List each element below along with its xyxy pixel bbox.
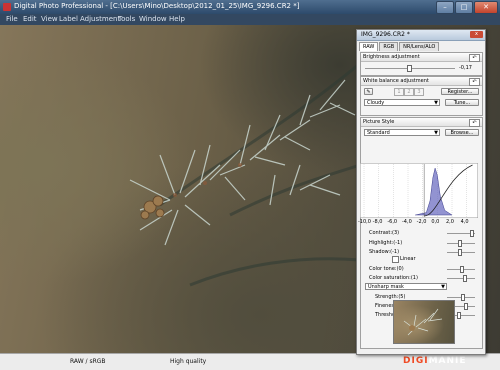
axis-tick-label: 0,0 bbox=[431, 219, 440, 225]
wb-slot-1[interactable]: 1 bbox=[394, 88, 404, 96]
brightness-reset-icon[interactable]: ↶ bbox=[469, 54, 480, 62]
chart-background bbox=[360, 163, 478, 218]
brightness-value: -0,17 bbox=[459, 65, 472, 71]
palette-title-bar[interactable]: IMG_9296.CR2 * x bbox=[357, 30, 485, 41]
white-balance-select[interactable]: Cloudy ▼ bbox=[364, 99, 440, 106]
chevron-down-icon: ▼ bbox=[441, 284, 445, 290]
white-balance-label: White balance adjustment bbox=[363, 78, 429, 84]
menu-file[interactable]: File bbox=[6, 15, 18, 23]
chevron-down-icon: ▼ bbox=[434, 130, 438, 136]
shadow-label: Shadow:(-1) bbox=[369, 249, 400, 255]
window-title: Digital Photo Professional - [C:\Users\M… bbox=[14, 2, 300, 10]
menu-edit[interactable]: Edit bbox=[23, 15, 37, 23]
axis-tick-label: -8,0 bbox=[372, 219, 383, 225]
tune-button[interactable]: Tune... bbox=[445, 99, 479, 106]
strength-slider-thumb[interactable] bbox=[461, 294, 465, 301]
wb-slot-2[interactable]: 2 bbox=[404, 88, 414, 96]
navigator-thumbnail[interactable] bbox=[393, 300, 455, 344]
picture-style-value: Standard bbox=[367, 130, 390, 136]
register-button[interactable]: Register... bbox=[441, 88, 479, 95]
histogram-chart[interactable] bbox=[360, 163, 478, 218]
menu-adjustment[interactable]: Adjustment bbox=[80, 15, 120, 23]
tab-nr-lens-alo[interactable]: NR/Lens/ALO bbox=[399, 42, 440, 51]
threshold-slider-thumb[interactable] bbox=[457, 312, 461, 319]
palette-title: IMG_9296.CR2 * bbox=[361, 31, 410, 38]
brightness-slider-thumb[interactable] bbox=[407, 65, 412, 72]
menu-help[interactable]: Help bbox=[169, 15, 185, 23]
menu-view[interactable]: View bbox=[41, 15, 58, 23]
window-title-bar: Digital Photo Professional - [C:\Users\M… bbox=[0, 0, 500, 14]
thumbnail-branch-image bbox=[403, 308, 443, 336]
axis-tick-label: 2,0 bbox=[446, 219, 454, 225]
eyedropper-icon[interactable]: ✎ bbox=[364, 88, 373, 95]
palette-tabs: RAW RGB NR/Lens/ALO bbox=[359, 42, 440, 51]
white-balance-reset-icon[interactable]: ↶ bbox=[469, 78, 480, 86]
app-icon bbox=[3, 3, 11, 11]
highlight-label: Highlight:(-1) bbox=[369, 240, 403, 246]
linear-label: Linear bbox=[400, 256, 416, 262]
tab-rgb[interactable]: RGB bbox=[379, 42, 399, 51]
minimize-button[interactable]: – bbox=[436, 1, 454, 14]
fineness-slider-thumb[interactable] bbox=[464, 303, 468, 310]
white-balance-section: White balance adjustment ↶ ✎ 1 2 3 Regist… bbox=[360, 76, 483, 116]
axis-tick-label: -6,0 bbox=[387, 219, 398, 225]
axis-tick-label: -10,0 bbox=[358, 219, 371, 225]
watermark-logo: DIGIMANIE bbox=[403, 356, 467, 366]
menu-label[interactable]: Label bbox=[59, 15, 78, 23]
maximize-button[interactable]: □ bbox=[455, 1, 473, 14]
menu-bar: File Edit View Label Adjustment Tools Wi… bbox=[0, 14, 500, 25]
tab-raw[interactable]: RAW bbox=[359, 42, 379, 51]
contrast-slider-thumb[interactable] bbox=[470, 230, 474, 237]
close-button[interactable]: ✕ bbox=[474, 1, 498, 14]
tool-palette: IMG_9296.CR2 * x RAW RGB NR/Lens/ALO Bri… bbox=[356, 29, 486, 355]
sharpness-mode-value: Unsharp mask bbox=[368, 284, 404, 290]
color-tone-slider-thumb[interactable] bbox=[460, 266, 464, 273]
menu-window[interactable]: Window bbox=[139, 15, 167, 23]
window-controls: – □ ✕ bbox=[436, 1, 498, 14]
wb-slot-3[interactable]: 3 bbox=[414, 88, 424, 96]
menu-tools[interactable]: Tools bbox=[118, 15, 135, 23]
picture-style-label: Picture Style bbox=[363, 119, 395, 125]
picture-style-select[interactable]: Standard ▼ bbox=[364, 129, 440, 136]
brightness-section: Brightness adjustment ↶ -0,17 bbox=[360, 52, 483, 76]
highlight-slider-thumb[interactable] bbox=[458, 240, 462, 247]
browse-button[interactable]: Browse... bbox=[445, 129, 479, 136]
color-saturation-label: Color saturation:(1) bbox=[369, 275, 418, 281]
sharpness-mode-select[interactable]: Unsharp mask ▼ bbox=[365, 283, 447, 290]
quality-status: High quality bbox=[170, 358, 207, 365]
brightness-label: Brightness adjustment bbox=[363, 54, 420, 60]
color-saturation-slider-thumb[interactable] bbox=[463, 275, 467, 282]
shadow-slider-thumb[interactable] bbox=[458, 249, 462, 256]
axis-tick-label: -4,0 bbox=[402, 219, 412, 225]
axis-tick-label: -2,0 bbox=[416, 219, 427, 225]
color-saturation-slider-track[interactable] bbox=[447, 278, 475, 279]
color-space-status: RAW / sRGB bbox=[70, 358, 106, 365]
picture-style-reset-icon[interactable]: ↶ bbox=[469, 119, 480, 127]
linear-checkbox[interactable] bbox=[392, 256, 399, 263]
chevron-down-icon: ▼ bbox=[434, 100, 438, 106]
palette-close-button[interactable]: x bbox=[470, 31, 483, 38]
contrast-label: Contrast:(3) bbox=[369, 230, 400, 236]
white-balance-value: Cloudy bbox=[367, 100, 385, 106]
color-tone-label: Color tone:(0) bbox=[369, 266, 404, 272]
axis-tick-label: 4,0 bbox=[460, 219, 469, 225]
